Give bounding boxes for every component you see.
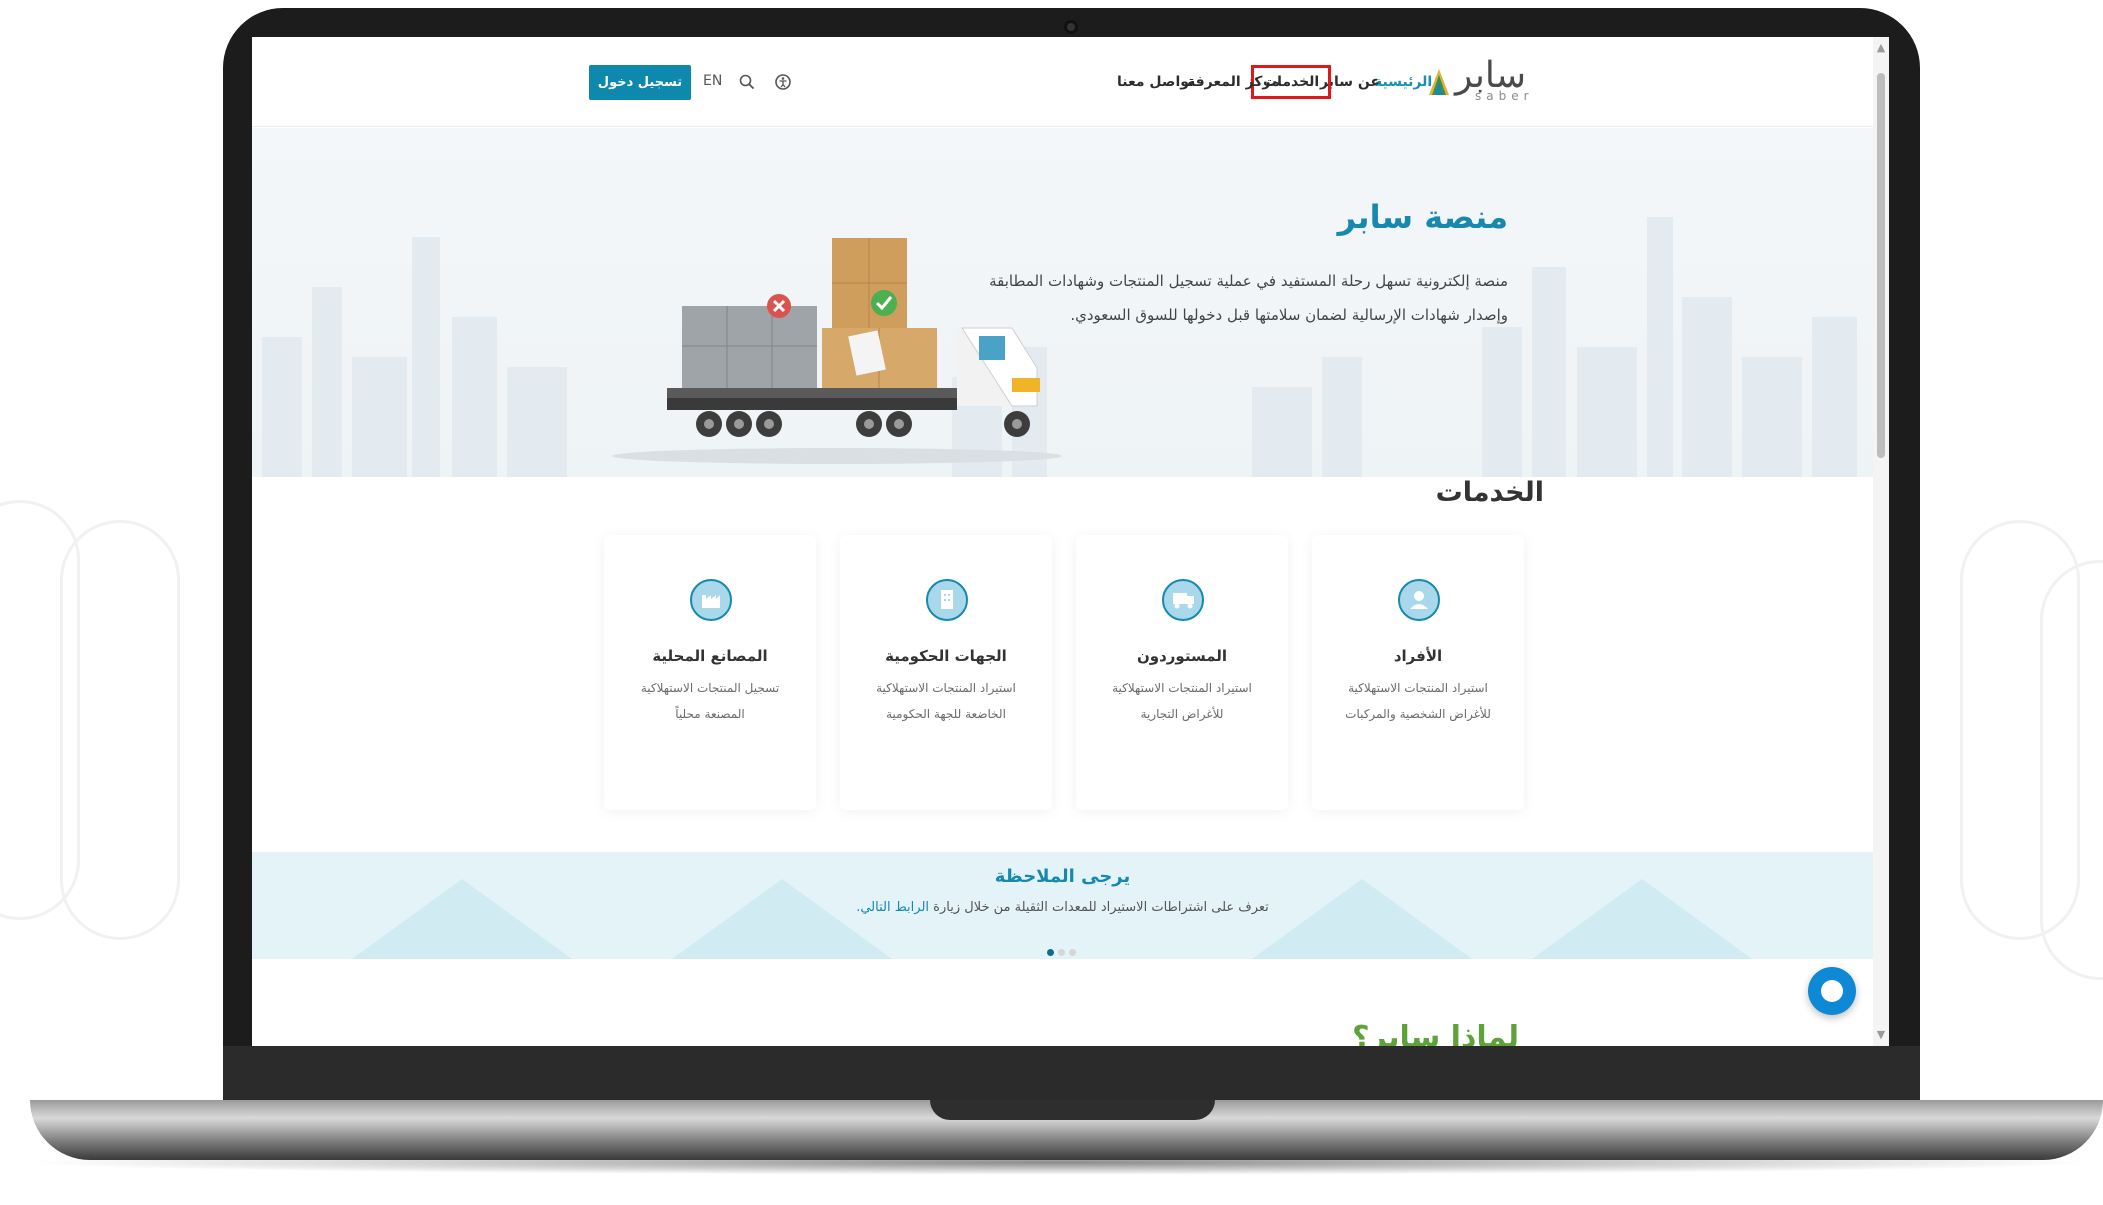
notice-link[interactable]: الرابط التالي. bbox=[856, 900, 929, 915]
service-card-government[interactable]: الجهات الحكومية استيراد المنتجات الاستهل… bbox=[840, 535, 1052, 810]
card-description: استيراد المنتجات الاستهلاكية الخاضعة للج… bbox=[876, 681, 1016, 721]
laptop-chin bbox=[223, 1046, 1920, 1106]
card-title: الجهات الحكومية bbox=[885, 647, 1007, 665]
scrollbar-thumb[interactable] bbox=[1877, 73, 1885, 458]
chat-bubble-icon bbox=[1821, 980, 1843, 1002]
truck-icon bbox=[1161, 573, 1205, 627]
notice-title: يرجى الملاحظة bbox=[994, 866, 1131, 887]
camera bbox=[1064, 20, 1078, 34]
scroll-down-icon[interactable]: ▼ bbox=[1875, 1028, 1887, 1042]
laptop-notch bbox=[930, 1100, 1215, 1120]
hero-description: منصة إلكترونية تسهل رحلة المستفيد في عمل… bbox=[989, 272, 1508, 324]
service-card-importers[interactable]: المستوردون استيراد المنتجات الاستهلاكية … bbox=[1076, 535, 1288, 810]
card-description: استيراد المنتجات الاستهلاكية للأغراض الت… bbox=[1112, 681, 1252, 721]
why-saber-title: لماذا سابر؟ bbox=[1352, 1020, 1519, 1046]
service-card-local-factories[interactable]: المصانع المحلية تسجيل المنتجات الاستهلاك… bbox=[604, 535, 816, 810]
building-icon bbox=[925, 573, 969, 627]
services-title: الخدمات bbox=[1435, 477, 1544, 508]
hero-section: منصة سابر منصة إلكترونية تسهل رحلة المست… bbox=[252, 128, 1873, 477]
language-switch[interactable]: EN bbox=[703, 73, 722, 89]
carousel-dot[interactable] bbox=[1058, 949, 1065, 956]
person-icon bbox=[1397, 573, 1441, 627]
carousel-dot[interactable] bbox=[1069, 949, 1076, 956]
nav-contact[interactable]: تواصل معنا bbox=[1117, 74, 1194, 90]
card-title: المصانع المحلية bbox=[652, 647, 768, 665]
chat-button[interactable] bbox=[1808, 967, 1856, 1015]
saber-logo[interactable]: سابر saber bbox=[1427, 55, 1529, 105]
nav-home[interactable]: الرئيسية bbox=[1374, 74, 1432, 90]
service-card-individuals[interactable]: الأفراد استيراد المنتجات الاستهلاكية للأ… bbox=[1312, 535, 1524, 810]
logo-subtext: saber bbox=[1475, 89, 1534, 103]
browser-screen: سابر saber الرئيسية عن سابر الخدمات مركز… bbox=[252, 37, 1889, 1046]
login-button[interactable]: تسجيل دخول bbox=[589, 65, 691, 100]
scroll-up-icon[interactable]: ▲ bbox=[1875, 41, 1887, 55]
card-description: تسجيل المنتجات الاستهلاكية المصنعة محليا… bbox=[640, 681, 780, 721]
site-header: سابر saber الرئيسية عن سابر الخدمات مركز… bbox=[252, 37, 1873, 127]
card-title: المستوردون bbox=[1136, 647, 1228, 665]
card-description: استيراد المنتجات الاستهلاكية للأغراض الش… bbox=[1345, 681, 1491, 721]
scrollbar[interactable]: ▲ ▼ bbox=[1873, 37, 1889, 1046]
notice-text-body: تعرف على اشتراطات الاستيراد للمعدات الثق… bbox=[933, 900, 1269, 915]
search-icon[interactable] bbox=[737, 72, 757, 92]
card-title: الأفراد bbox=[1393, 647, 1443, 665]
hero-title: منصة سابر bbox=[1337, 198, 1508, 236]
factory-icon bbox=[689, 573, 733, 627]
notice-text: تعرف على اشتراطات الاستيراد للمعدات الثق… bbox=[252, 900, 1873, 915]
accessibility-icon[interactable] bbox=[773, 72, 793, 92]
carousel-dots bbox=[1047, 941, 1087, 956]
nav-knowledge-center[interactable]: مركز المعرفة bbox=[1187, 74, 1280, 90]
carousel-dot-active[interactable] bbox=[1047, 949, 1054, 956]
